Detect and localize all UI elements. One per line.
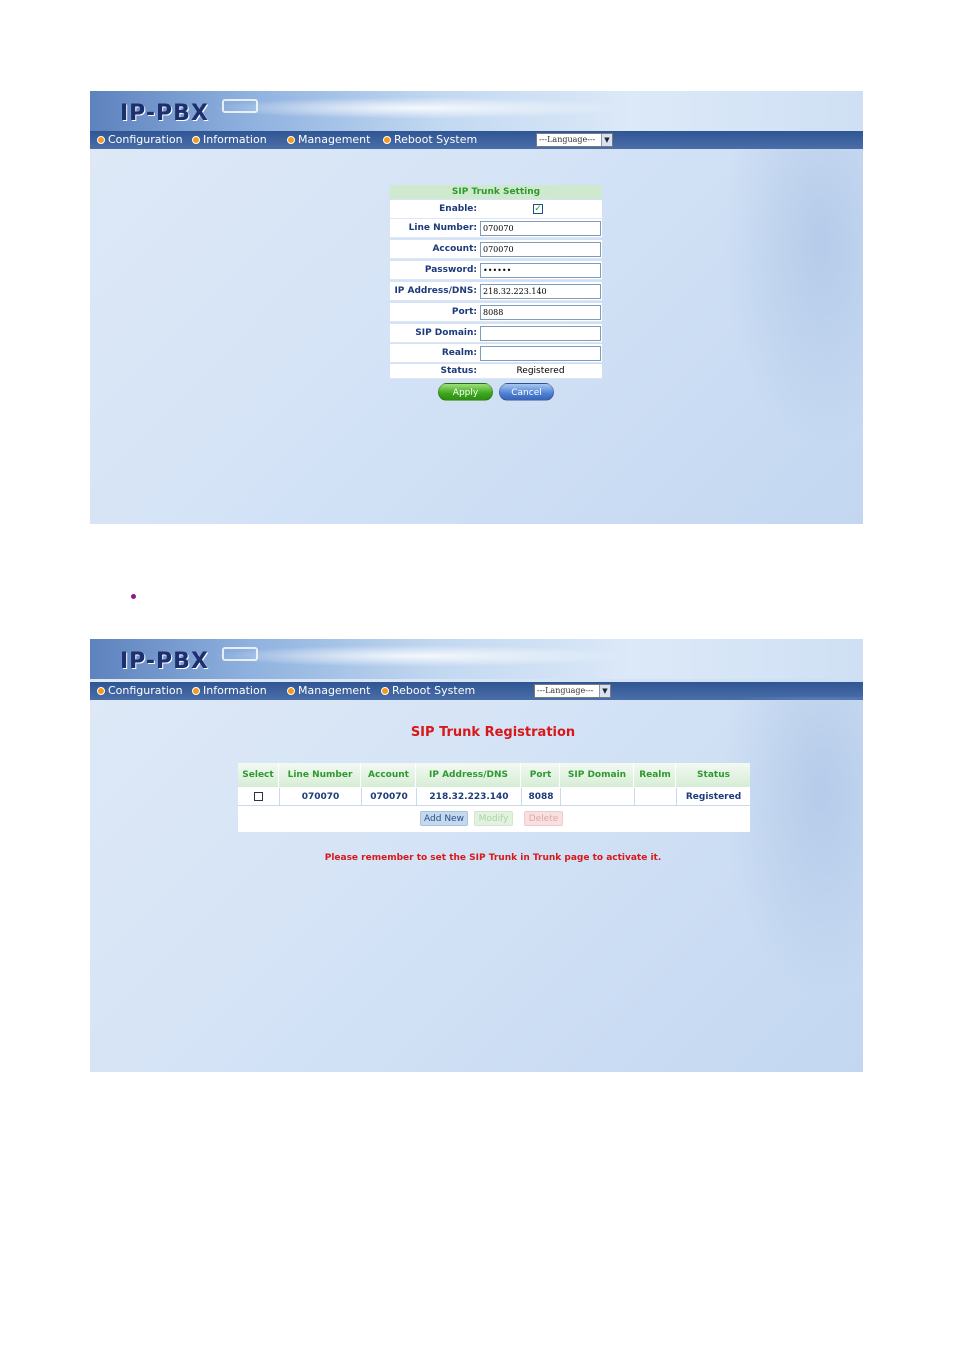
table-row: 070070 070070 218.32.223.140 8088 Regist… <box>238 788 750 806</box>
column-header: Line Number <box>280 763 361 787</box>
nav-management[interactable]: Management <box>287 682 370 700</box>
orange-bullet-icon <box>192 136 200 144</box>
add-new-button[interactable]: Add New <box>420 811 468 826</box>
sip-domain-row: SIP Domain: <box>390 324 602 343</box>
logo-decoration <box>222 647 258 661</box>
list-bullet-icon <box>131 594 136 599</box>
line-number-cell: 070070 <box>280 788 362 806</box>
account-cell: 070070 <box>362 788 417 806</box>
language-select[interactable]: ---Language--- ▼ <box>534 684 611 698</box>
orange-bullet-icon <box>381 687 389 695</box>
table-header: Select Line Number Account IP Address/DN… <box>238 763 750 787</box>
password-input[interactable]: •••••• <box>480 263 601 278</box>
language-select[interactable]: ---Language--- ▼ <box>536 133 613 147</box>
chevron-down-icon: ▼ <box>601 134 612 146</box>
orange-bullet-icon <box>287 136 295 144</box>
ip-address-row: IP Address/DNS: 218.32.223.140 <box>390 282 602 301</box>
sip-trunk-registration-screenshot: IP-PBX Configuration Information Managem… <box>90 639 863 1072</box>
column-header: Realm <box>635 763 676 787</box>
orange-bullet-icon <box>97 687 105 695</box>
realm-input[interactable] <box>480 346 601 361</box>
sip-trunk-setting-screenshot: IP-PBX Configuration Information Managem… <box>90 91 863 524</box>
orange-bullet-icon <box>97 136 105 144</box>
sip-domain-input[interactable] <box>480 326 601 341</box>
background-decoration <box>723 697 863 997</box>
top-nav-bar: Configuration Information Management Reb… <box>90 131 863 149</box>
reminder-message: Please remember to set the SIP Trunk in … <box>324 853 662 863</box>
page-title: SIP Trunk Registration <box>410 725 576 740</box>
nav-information[interactable]: Information <box>192 131 267 149</box>
port-cell: 8088 <box>522 788 561 806</box>
background-decoration <box>723 149 863 449</box>
app-logo: IP-PBX <box>120 101 209 126</box>
column-header: Status <box>697 770 730 780</box>
column-header: Account <box>362 763 416 787</box>
ip-address-input[interactable]: 218.32.223.140 <box>480 284 601 299</box>
delete-button[interactable]: Delete <box>524 811 563 826</box>
row-select-checkbox[interactable] <box>254 792 263 801</box>
column-header: SIP Domain <box>561 763 634 787</box>
form-title: SIP Trunk Setting <box>390 185 602 199</box>
status-row: Status: Registered <box>390 364 602 379</box>
port-input[interactable]: 8088 <box>480 305 601 320</box>
header-banner: IP-PBX <box>90 639 863 679</box>
nav-reboot-system[interactable]: Reboot System <box>383 131 477 149</box>
chevron-down-icon: ▼ <box>599 685 610 697</box>
enable-checkbox[interactable]: ✓ <box>533 204 543 214</box>
cancel-button[interactable]: Cancel <box>499 383 554 401</box>
column-header: Port <box>522 763 560 787</box>
status-value: Registered <box>516 366 565 376</box>
column-header: IP Address/DNS <box>417 763 521 787</box>
header-banner: IP-PBX <box>90 91 863 131</box>
account-input[interactable]: 070070 <box>480 242 601 257</box>
realm-row: Realm: <box>390 344 602 363</box>
line-number-row: Line Number: 070070 <box>390 219 602 238</box>
account-row: Account: 070070 <box>390 240 602 259</box>
modify-button[interactable]: Modify <box>474 811 513 826</box>
nav-information[interactable]: Information <box>192 682 267 700</box>
nav-reboot-system[interactable]: Reboot System <box>381 682 475 700</box>
nav-management[interactable]: Management <box>287 131 370 149</box>
status-cell: Registered <box>685 792 742 802</box>
port-row: Port: 8088 <box>390 303 602 322</box>
orange-bullet-icon <box>192 687 200 695</box>
sip-domain-cell <box>561 788 635 806</box>
logo-decoration <box>222 99 258 113</box>
nav-configuration[interactable]: Configuration <box>97 131 183 149</box>
orange-bullet-icon <box>383 136 391 144</box>
ip-address-cell: 218.32.223.140 <box>417 788 522 806</box>
realm-cell <box>635 788 677 806</box>
enable-row: Enable: ✓ <box>390 200 602 219</box>
apply-button[interactable]: Apply <box>438 383 493 401</box>
column-header: Select <box>238 763 279 787</box>
nav-configuration[interactable]: Configuration <box>97 682 183 700</box>
orange-bullet-icon <box>287 687 295 695</box>
password-row: Password: •••••• <box>390 261 602 280</box>
app-logo: IP-PBX <box>120 649 209 674</box>
line-number-input[interactable]: 070070 <box>480 221 601 236</box>
